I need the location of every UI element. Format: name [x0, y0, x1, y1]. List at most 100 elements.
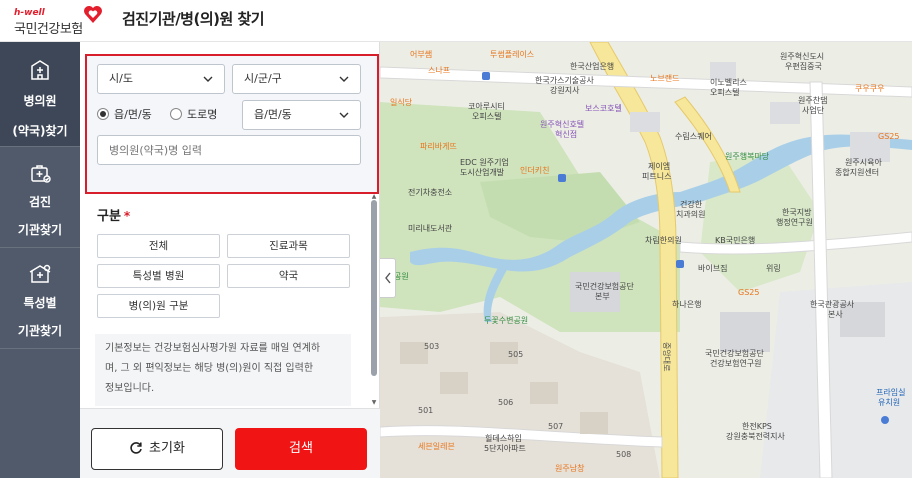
map-label[interactable]: 프라임실 — [876, 388, 905, 398]
map-label[interactable]: 한국산업은행 — [570, 62, 614, 72]
page-title: 검진기관/병(의)원 찾기 — [122, 10, 265, 28]
nhis-logo[interactable]: h-well 국민건강보험 — [12, 4, 108, 38]
panel-scrollbar[interactable]: ▲ ▼ — [370, 194, 378, 408]
scroll-down-icon[interactable]: ▼ — [370, 400, 378, 406]
map-label[interactable]: 국민건강보험공단 — [705, 349, 764, 359]
map-label[interactable]: 인더키친 — [520, 166, 549, 176]
map-label[interactable]: 원주행복마당 — [725, 152, 769, 162]
map-label[interactable]: 두꽃수변공원 — [484, 316, 528, 326]
search-filter-box: 시/도 시/군/구 읍/면/동 도로명 읍/면/동 — [85, 54, 379, 194]
map-label[interactable]: 파리바게뜨 — [420, 142, 457, 152]
map-label[interactable]: GS25 — [878, 132, 899, 142]
map-label[interactable]: 원주혁신도시 — [780, 52, 824, 62]
map-label[interactable]: 본사 — [828, 310, 843, 320]
search-panel: 시/도 시/군/구 읍/면/동 도로명 읍/면/동 구분* 전체 진료과목 특성… — [80, 42, 380, 478]
map-label[interactable]: 원주시육아 — [845, 158, 882, 168]
radio-emd[interactable]: 읍/면/동 — [97, 108, 152, 122]
search-button[interactable]: 검색 — [235, 428, 367, 470]
header: h-well 국민건강보험 검진기관/병(의)원 찾기 — [0, 0, 912, 42]
map-label[interactable]: KB국민은행 — [715, 236, 755, 246]
scroll-thumb[interactable] — [371, 200, 377, 376]
reset-button[interactable]: 초기화 — [91, 428, 223, 470]
radio-selected-indicator — [97, 108, 109, 120]
radio-road[interactable]: 도로명 — [170, 108, 217, 122]
map-label[interactable]: 사업단 — [802, 106, 824, 116]
map-label[interactable]: 바이브짐 — [698, 264, 727, 274]
map-label[interactable]: 유치원 — [878, 398, 900, 408]
sigungu-select[interactable]: 시/군/구 — [232, 64, 361, 94]
nav-item-hospital[interactable]: 병의원 (약국)찾기 — [0, 42, 80, 146]
map-label[interactable]: 강원지사 — [550, 86, 579, 96]
required-mark: * — [123, 209, 131, 223]
map-label[interactable]: 수림스퀘어 — [675, 132, 712, 142]
map-label[interactable]: 도시산업개발 — [460, 168, 504, 178]
map-label[interactable]: 공원 — [394, 272, 409, 282]
map-label[interactable]: 전기차충전소 — [408, 188, 452, 198]
map-label[interactable]: 스나프 — [428, 66, 450, 76]
map-label[interactable]: 행정연구원 — [776, 218, 813, 228]
nav-item-checkup[interactable]: 검진 기관찾기 — [0, 147, 80, 247]
map-label[interactable]: 강원충북전력지사 — [726, 432, 785, 442]
map-label[interactable]: 본부 — [595, 292, 610, 302]
building — [440, 372, 468, 394]
map-label[interactable]: 원주남창 — [555, 464, 584, 474]
map-label[interactable]: 일식당 — [390, 98, 412, 108]
map-label[interactable]: 한국지방 — [782, 208, 811, 218]
nav-label-line1: 특성별 — [23, 296, 57, 310]
map-label[interactable]: 차림한의원 — [645, 236, 682, 246]
nav-label-line2: 기관찾기 — [17, 324, 63, 338]
map-label[interactable]: 미리내도서관 — [408, 224, 452, 234]
map-label[interactable]: 국민건강보험공단 — [575, 282, 634, 292]
logo-text: 국민건강보험 — [14, 22, 83, 37]
map-label[interactable]: 건강한 — [680, 200, 702, 210]
special-icon — [29, 264, 51, 283]
sido-select[interactable]: 시/도 — [97, 64, 225, 94]
emd-select[interactable]: 읍/면/동 — [242, 100, 361, 130]
map-label[interactable]: 원주혁신호텔 — [540, 120, 584, 130]
map-label[interactable]: GS25 — [738, 288, 759, 298]
nav-label-line1: 검진 — [28, 195, 52, 209]
map-label[interactable]: 종합지원센터 — [835, 168, 879, 178]
map-label[interactable]: 오피스텔 — [472, 112, 501, 122]
category-title-text: 구분 — [97, 209, 121, 224]
map-label[interactable]: 한국가스기술공사 — [535, 76, 594, 86]
map-label[interactable]: 피트니스 — [642, 172, 671, 182]
map-label[interactable]: 어부쌤 — [410, 50, 432, 60]
map-label[interactable]: 쿠우쿠우 — [855, 84, 884, 94]
map-label[interactable]: 노브랜드 — [650, 74, 679, 84]
category-special-hospital-button[interactable]: 특성별 병원 — [97, 264, 220, 288]
bus-stop-icon — [482, 72, 490, 80]
map-label[interactable]: 위링 — [766, 264, 781, 274]
map-label[interactable]: 하나은행 — [672, 300, 701, 310]
info-text-line: 기본정보는 건강보험심사평가원 자료를 매일 연계하 — [105, 343, 321, 354]
map-label[interactable]: 이노벨리스 — [710, 78, 747, 88]
map-label[interactable]: 치과의원 — [676, 210, 705, 220]
map-label[interactable]: 건강보험연구원 — [710, 359, 762, 369]
panel-collapse-button[interactable] — [380, 258, 396, 298]
nav-item-special[interactable]: 특성별 기관찾기 — [0, 248, 80, 348]
category-department-button[interactable]: 진료과목 — [227, 234, 350, 258]
map-label[interactable]: EDC 원주기업 — [460, 158, 509, 168]
checkup-icon — [31, 165, 51, 183]
map-label[interactable]: 오피스텔 — [710, 88, 739, 98]
chevron-down-icon — [203, 76, 213, 82]
category-all-button[interactable]: 전체 — [97, 234, 220, 258]
map-label[interactable]: 코아루시티 — [468, 102, 505, 112]
map-label[interactable]: 원주찬댐 — [798, 96, 827, 106]
map-label[interactable]: 한전KPS — [742, 422, 772, 432]
map-label[interactable]: 제이엠 — [648, 162, 670, 172]
hospital-name-input[interactable] — [97, 135, 361, 165]
map-label[interactable]: 힐데스하임 — [485, 434, 522, 444]
map-label[interactable]: 한국관광공사 — [810, 300, 854, 310]
category-hospital-type-button[interactable]: 병(의)원 구분 — [97, 294, 220, 318]
map-label[interactable]: 혁신점 — [555, 130, 577, 140]
category-pharmacy-button[interactable]: 약국 — [227, 264, 350, 288]
chevron-down-icon — [339, 112, 349, 118]
map-view[interactable]: 중앙대로 어부쌤 투썸플레이스 한국산업은행 원주혁신도시 우편집중국 스나프 … — [380, 42, 912, 478]
map-label[interactable]: 보스코호텔 — [585, 104, 622, 114]
map-label[interactable]: 5단지아파트 — [484, 444, 526, 454]
main-road — [674, 96, 741, 193]
map-label[interactable]: 세븐일레븐 — [418, 442, 455, 452]
map-label[interactable]: 투썸플레이스 — [490, 50, 534, 60]
map-label[interactable]: 우편집중국 — [785, 62, 822, 72]
